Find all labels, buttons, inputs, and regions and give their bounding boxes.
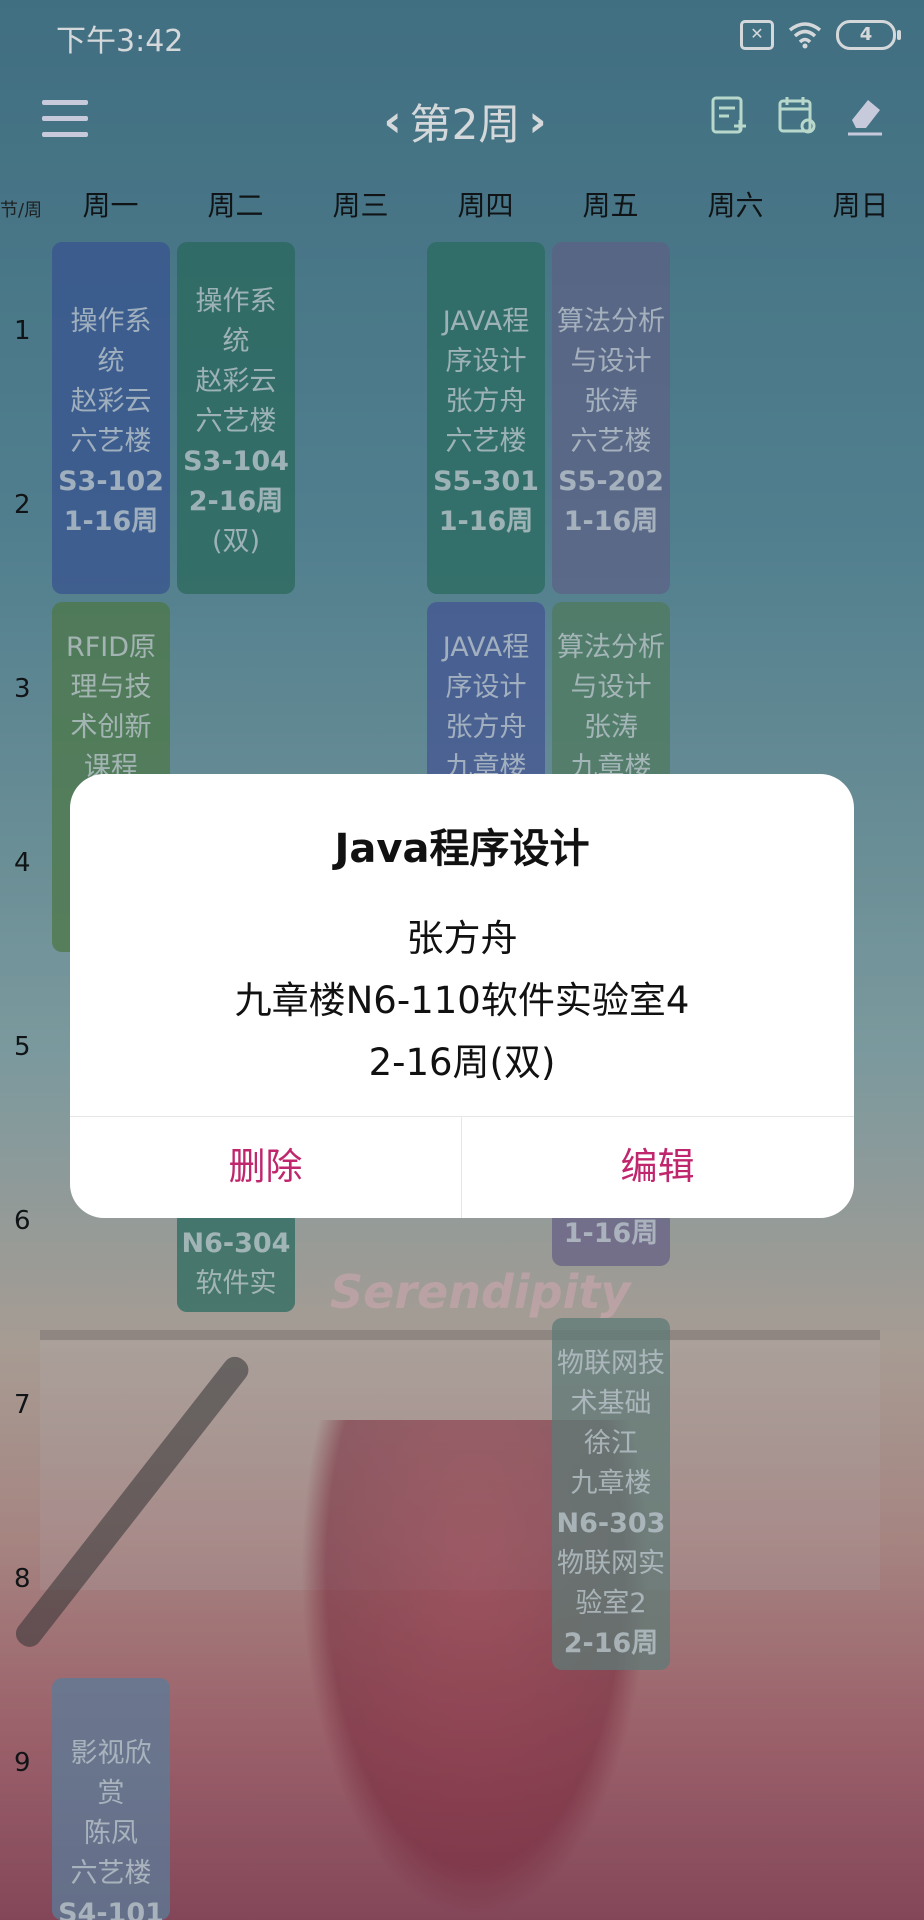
dialog-weeks: 2-16周(双) — [368, 1041, 556, 1084]
edit-button[interactable]: 编辑 — [462, 1116, 853, 1218]
dialog-location: 九章楼N6-110软件实验室4 — [234, 979, 690, 1022]
dialog-teacher: 张方舟 — [406, 917, 518, 960]
delete-button[interactable]: 删除 — [70, 1116, 461, 1218]
dialog-title: Java程序设计 — [334, 826, 590, 872]
course-detail-dialog: Java程序设计 张方舟 九章楼N6-110软件实验室4 2-16周(双) 删除… — [70, 774, 854, 1218]
